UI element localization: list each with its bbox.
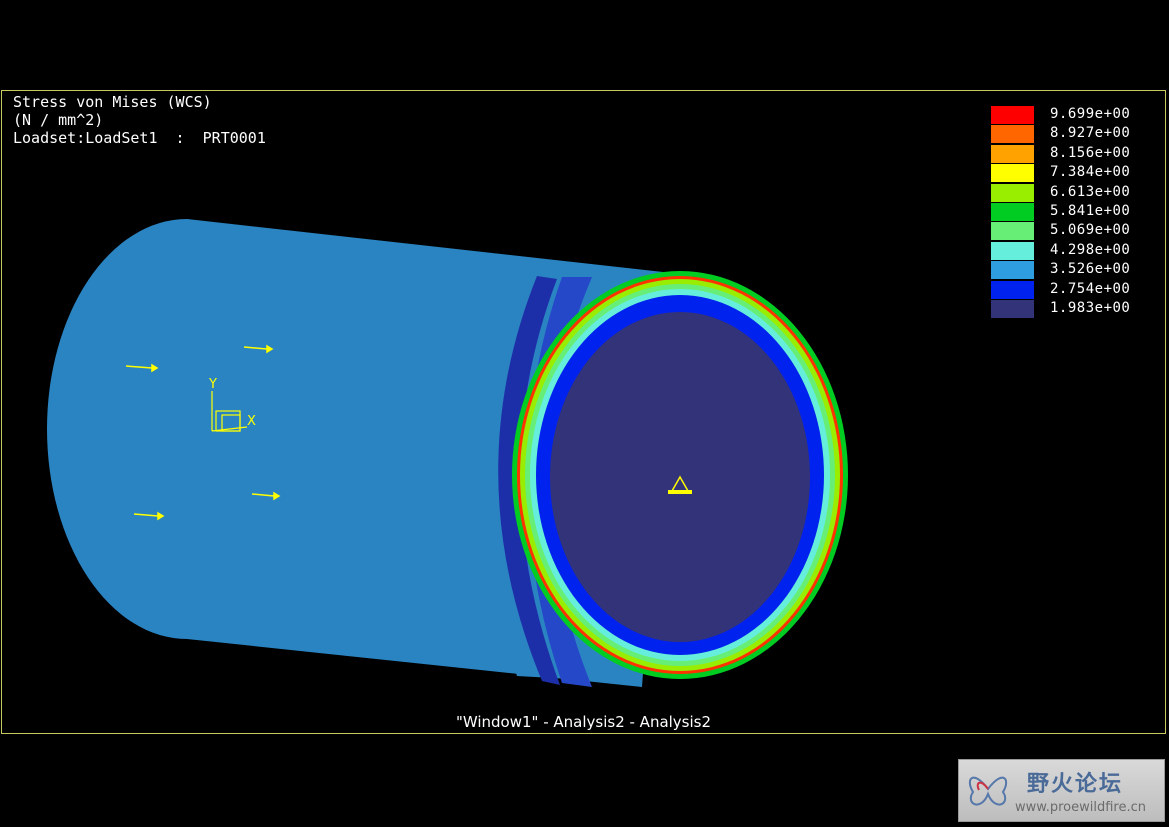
legend-value: 5.069e+00 — [1050, 222, 1131, 239]
watermark-url: www.proewildfire.cn — [1015, 800, 1146, 815]
legend-swatch — [991, 125, 1034, 144]
legend-swatch — [991, 241, 1034, 260]
legend-swatch — [991, 202, 1034, 221]
legend-row: 1.983e+00 — [990, 299, 1165, 318]
legend-value: 9.699e+00 — [1050, 106, 1131, 122]
legend-row: 2.754e+00 — [990, 280, 1165, 299]
stress-legend: 9.699e+00 8.927e+00 8.156e+00 7.384e+00 6.61… — [990, 105, 1165, 318]
legend-row: 7.384e+00 — [990, 163, 1165, 183]
legend-row: 6.613e+00 — [990, 183, 1165, 202]
legend-row: 3.526e+00 — [990, 260, 1165, 280]
legend-swatch — [991, 299, 1034, 318]
legend-swatch — [991, 144, 1034, 163]
legend-row: 4.298e+00 — [990, 241, 1165, 260]
legend-row: 8.156e+00 — [990, 144, 1165, 163]
legend-value: 1.983e+00 — [1050, 299, 1131, 316]
butterfly-logo-icon — [968, 776, 1008, 806]
coord-x-label: X — [247, 414, 256, 429]
legend-swatch — [991, 106, 1034, 124]
legend-value: 5.841e+00 — [1050, 202, 1131, 219]
watermark: 野火论坛 www.proewildfire.cn — [958, 759, 1165, 822]
legend-swatch — [991, 222, 1034, 241]
legend-value: 6.613e+00 — [1050, 183, 1131, 200]
graphics-window[interactable]: Stress von Mises (WCS) (N / mm^2) Loadse… — [1, 90, 1166, 734]
legend-swatch — [991, 280, 1034, 299]
legend-swatch — [991, 164, 1034, 183]
legend-swatch — [991, 261, 1034, 280]
legend-value: 8.927e+00 — [1050, 125, 1131, 142]
legend-value: 2.754e+00 — [1050, 280, 1131, 297]
legend-value: 4.298e+00 — [1050, 241, 1131, 258]
legend-row: 9.699e+00 — [990, 105, 1165, 124]
watermark-title: 野火论坛 — [1027, 772, 1124, 797]
legend-value: 3.526e+00 — [1050, 261, 1131, 278]
window-caption: "Window1" - Analysis2 - Analysis2 — [455, 713, 712, 731]
legend-row: 8.927e+00 — [990, 124, 1165, 144]
legend-value: 7.384e+00 — [1050, 164, 1131, 181]
legend-row: 5.069e+00 — [990, 221, 1165, 241]
coord-y-label: Y — [208, 377, 217, 392]
legend-row: 5.841e+00 — [990, 202, 1165, 221]
legend-swatch — [991, 183, 1034, 202]
legend-value: 8.156e+00 — [1050, 144, 1131, 161]
